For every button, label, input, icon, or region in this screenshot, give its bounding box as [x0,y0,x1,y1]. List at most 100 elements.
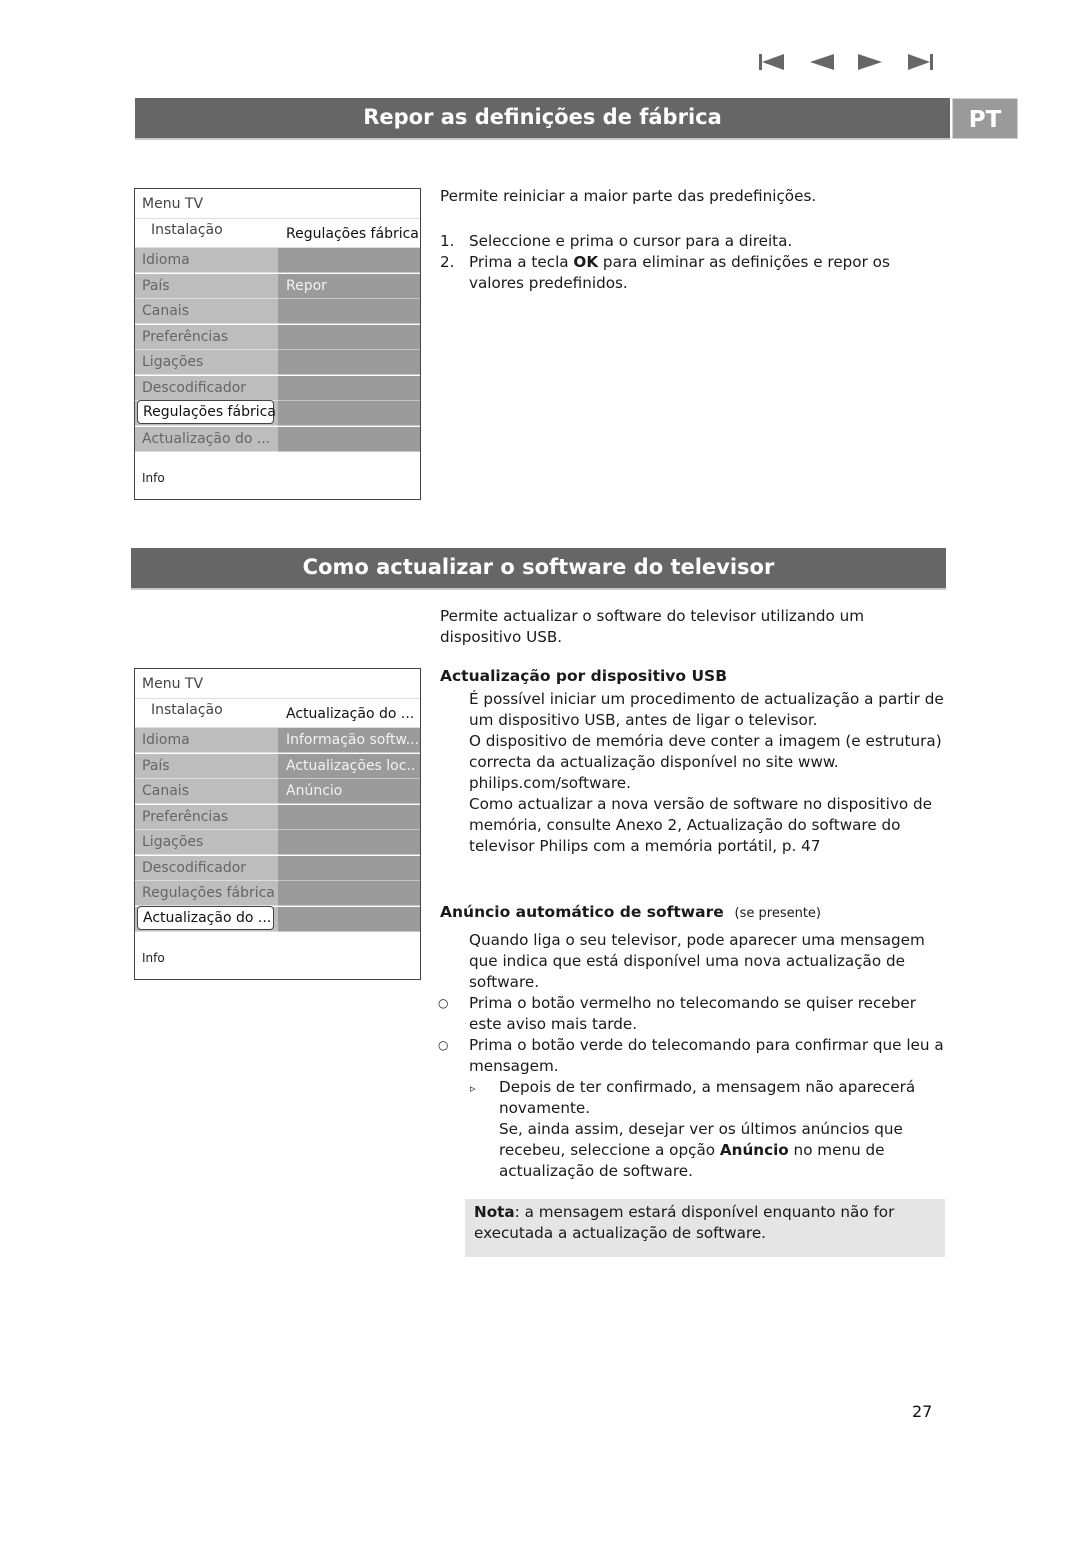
menu-submenu-header: Instalação Regulações fábrica [135,219,420,248]
menu-item-left-cell: Canais [135,299,278,324]
menu-item-label: Regulações fábrica [142,885,275,901]
menu-item-left-cell: Descodificador [135,855,278,881]
section-title-software-update: Como actualizar o software do televisor [131,548,946,590]
auto-announce-heading-line: Anúncio automático de software (se prese… [440,902,950,924]
note-text: Nota: a mensagem estará disponível enqua… [474,1202,934,1244]
auto-paragraph-1: Quando liga o seu televisor, pode aparec… [469,931,925,991]
usb-paragraph-1: É possível iniciar um procedimento de ac… [469,690,944,729]
menu-item-label: Ligações [142,834,204,850]
menu-item-right-cell: Anúncio [278,779,420,804]
menu-item-label: Idioma [142,252,190,268]
step-1: 1. Seleccione e prima o cursor para a di… [440,231,940,252]
menu-item[interactable]: Descodificador [135,375,420,402]
usb-update-block: Actualização por dispositivo USB É possí… [440,666,950,857]
sub-bullet-text-2: Se, ainda assim, desejar ver os últimos … [499,1119,950,1182]
menu-item-selected-highlight[interactable]: Regulações fábrica [137,400,276,424]
menu-item-label: País [142,277,170,294]
usb-paragraph-2: O dispositivo de memória deve conter a i… [469,732,942,792]
auto-announce-block: Anúncio automático de software (se prese… [438,902,950,1182]
skip-to-end-icon[interactable] [906,52,934,72]
submenu-right-label: Regulações fábrica [286,226,419,242]
bullet-item: ○ Prima o botão vermelho no telecomando … [438,993,950,1035]
submenu-option-label[interactable]: Repor [286,278,327,294]
step-number: 1. [440,232,455,250]
menu-item-right-cell [278,299,420,324]
auto-announce-heading-note: (se presente) [734,906,821,921]
menu-item-left-cell: País [135,753,278,779]
menu-item[interactable]: Actualização do ... [135,905,420,933]
submenu-left-label: Instalação [151,702,223,718]
menu-items: Idioma Informação softw... País Actualizaçõ… [135,728,420,932]
menu-item-right-cell [278,324,420,350]
menu-item-left-cell: Actualização do ... [135,905,278,932]
menu-item[interactable]: Preferências [135,324,420,351]
note-text-block: Nota: a mensagem estará disponível enqua… [474,1202,934,1244]
menu-item-right-cell: Actualizações loc.. [278,753,420,779]
menu-item-label: Idioma [142,732,190,748]
menu-item-right-cell [278,375,420,401]
menu-item[interactable]: Preferências [135,804,420,831]
note-label: Nota [474,1203,515,1221]
menu-item-label: Regulações fábrica [143,404,276,420]
menu-item[interactable]: Canais [135,299,420,325]
menu-item-left-cell: Idioma [135,728,278,753]
menu-item-right-cell: Informação softw... [278,728,420,753]
bullet-text: Prima o botão verde do telecomando para … [469,1036,944,1075]
tv-menu-factory-reset: Menu TV Instalação Regulações fábrica Id… [134,188,421,500]
menu-item[interactable]: Regulações fábrica [135,400,420,427]
sub-bullet-item: ▹ Depois de ter confirmado, a mensagem n… [440,1077,950,1182]
section-title-factory-reset: Repor as definições de fábrica [135,98,950,140]
triangle-right-icon: ▹ [470,1082,476,1095]
menu-item-right-cell [278,248,420,273]
menu-item-left-cell: Preferências [135,804,278,830]
menu-item-right-cell: Repor [278,273,420,299]
menu-item[interactable]: Idioma [135,248,420,274]
step-text: Seleccione e prima o cursor para a direi… [469,232,793,250]
submenu-right-label: Actualização do ... [286,706,415,722]
menu-item-label: Descodificador [142,379,247,396]
menu-item-right-cell [278,350,420,375]
menu-items: Idioma País Repor Canais Preferências Ligaçõe… [135,248,420,452]
menu-item-left-cell: Ligações [135,350,278,375]
menu-item-left-cell: País [135,273,278,299]
skip-to-start-icon[interactable] [758,52,786,72]
menu-item-left-cell: Canais [135,779,278,804]
previous-icon[interactable] [808,52,836,72]
menu-item-label: Descodificador [142,859,247,876]
menu-item-right-cell [278,830,420,855]
menu-item-label: Canais [142,783,189,799]
menu-item[interactable]: Descodificador [135,855,420,882]
menu-submenu-header: Instalação Actualização do ... [135,699,420,728]
menu-item-left-cell: Regulações fábrica [135,881,278,906]
bullet-text: Prima o botão vermelho no telecomando se… [469,994,916,1033]
language-tab: PT [952,98,1018,139]
menu-item-right-cell [278,804,420,830]
menu-item[interactable]: Ligações [135,830,420,856]
menu-item-selected-highlight[interactable]: Actualização do ... [137,905,274,930]
submenu-option-label[interactable]: Actualizações loc.. [286,758,415,774]
menu-item-left-cell: Descodificador [135,375,278,401]
menu-item-right-cell [278,855,420,881]
menu-item[interactable]: Idioma Informação softw... [135,728,420,754]
menu-item-label: Preferências [142,808,229,825]
menu-item[interactable]: Actualização do ... [135,426,420,453]
menu-item[interactable]: País Actualizações loc.. [135,753,420,780]
menu-item[interactable]: Regulações fábrica [135,881,420,907]
usb-update-heading: Actualização por dispositivo USB [440,667,728,685]
menu-item-left-cell: Idioma [135,248,278,273]
note-body: : a mensagem estará disponível enquanto … [474,1203,895,1242]
menu-title: Menu TV [135,669,420,699]
menu-item[interactable]: País Repor [135,273,420,300]
menu-item-label: Preferências [142,328,229,345]
tv-menu-software-update: Menu TV Instalação Actualização do ... I… [134,668,421,980]
submenu-option-label[interactable]: Informação softw... [286,732,419,748]
menu-item[interactable]: Ligações [135,350,420,376]
menu-item[interactable]: Canais Anúncio [135,779,420,805]
menu-item-left-cell: Regulações fábrica [135,400,278,426]
menu-item-right-cell [278,906,420,932]
intro-text: Permite reiniciar a maior parte das pred… [440,187,817,205]
menu-item-label: Actualização do ... [143,909,272,926]
next-icon[interactable] [856,52,884,72]
menu-item-right-cell [278,881,420,906]
submenu-option-label[interactable]: Anúncio [286,783,342,799]
